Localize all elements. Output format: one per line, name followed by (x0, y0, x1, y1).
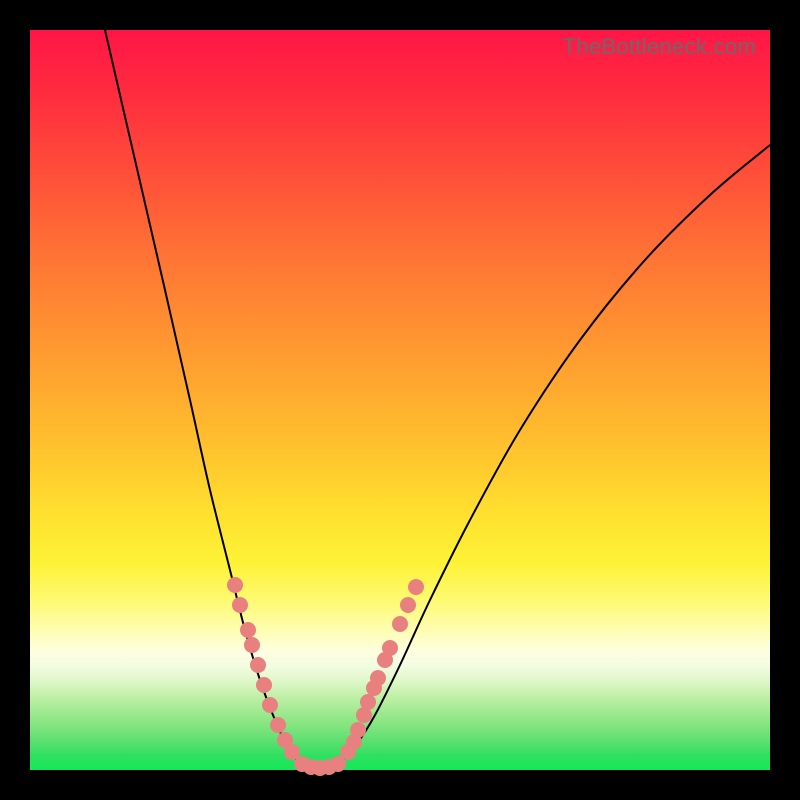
data-marker (250, 657, 266, 673)
curve-svg (30, 30, 770, 770)
data-marker (270, 717, 286, 733)
data-marker (370, 670, 386, 686)
data-marker (256, 677, 272, 693)
data-marker (232, 597, 248, 613)
data-marker (360, 694, 376, 710)
data-marker (400, 597, 416, 613)
data-marker (262, 697, 278, 713)
data-marker (330, 756, 346, 772)
data-marker (382, 640, 398, 656)
data-marker (392, 616, 408, 632)
data-marker (240, 622, 256, 638)
data-marker (408, 579, 424, 595)
plot-area: TheBottleneck.com (30, 30, 770, 770)
bottleneck-curve (105, 30, 770, 770)
data-marker (244, 637, 260, 653)
data-marker (227, 577, 243, 593)
data-marker (350, 722, 366, 738)
chart-frame: TheBottleneck.com (0, 0, 800, 800)
